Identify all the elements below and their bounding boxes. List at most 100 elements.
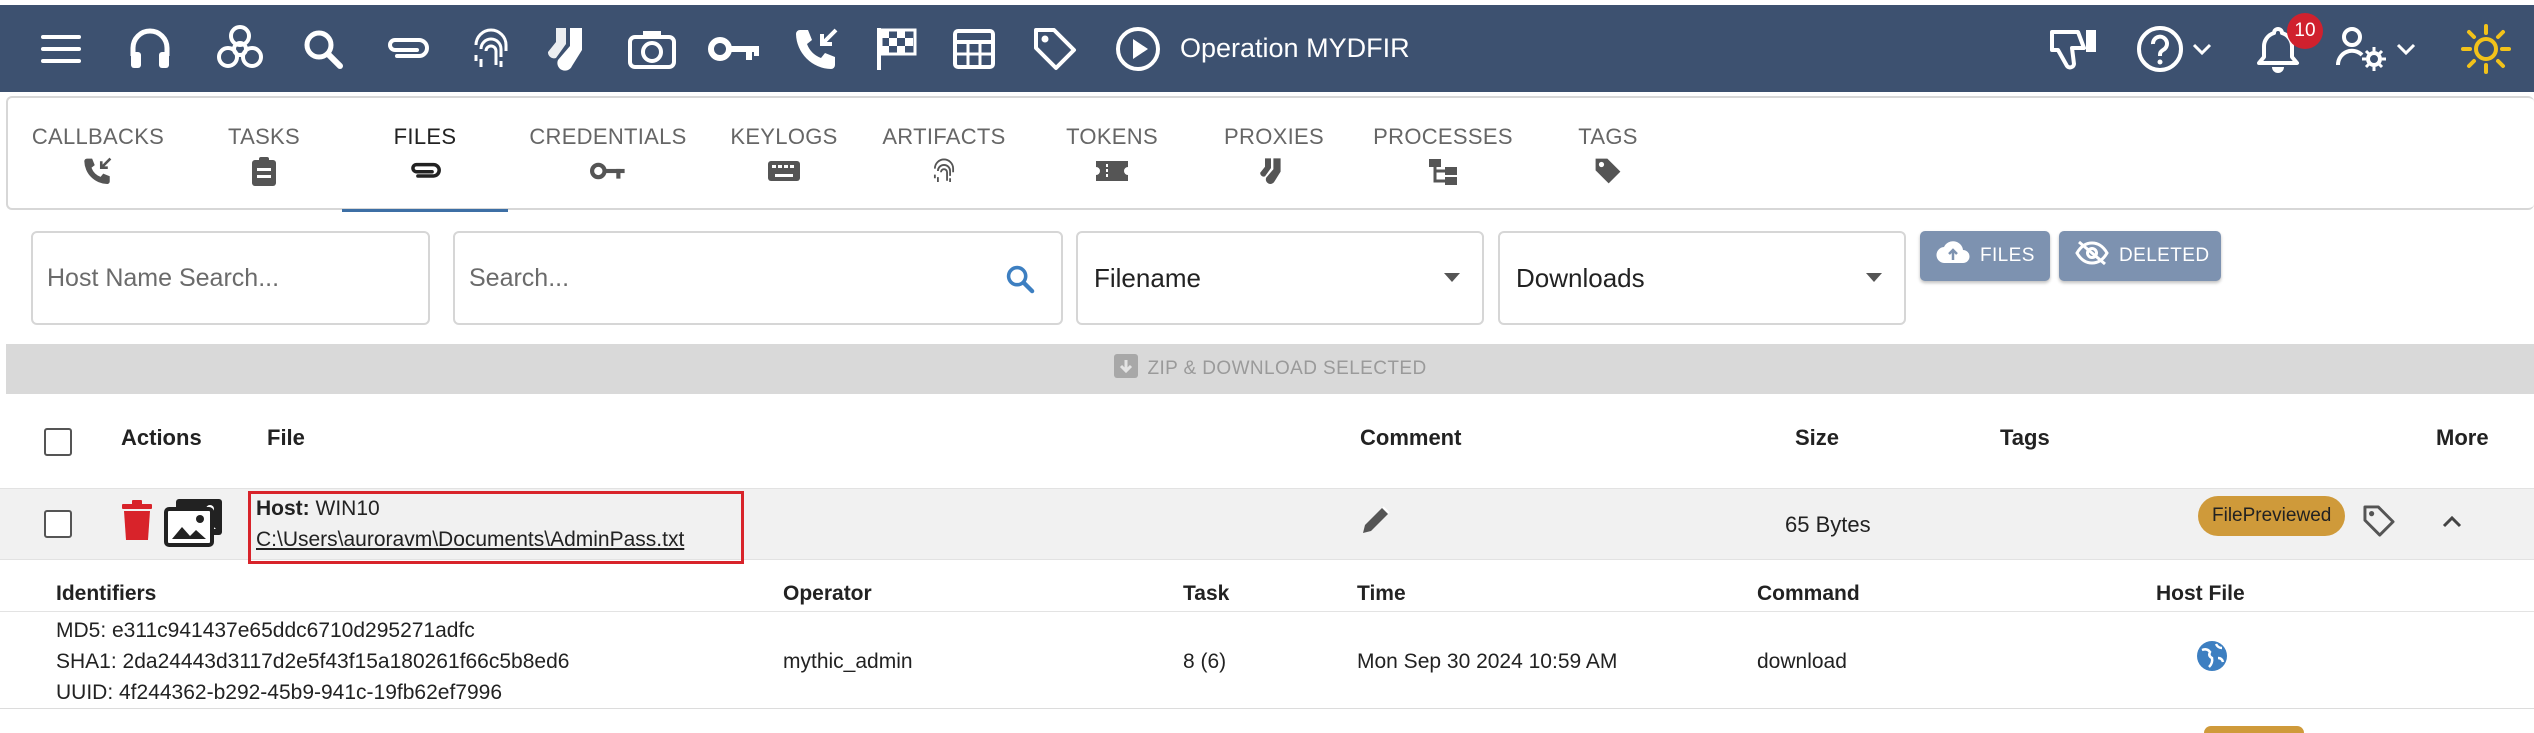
- preview-media-icon[interactable]: [162, 497, 224, 552]
- socks-icon: [1260, 156, 1288, 186]
- tab-tasks[interactable]: TASKS: [194, 98, 334, 210]
- tab-label: KEYLOGS: [730, 124, 838, 149]
- globe-icon[interactable]: [2196, 640, 2228, 677]
- user-settings-icon[interactable]: [2336, 5, 2390, 92]
- details-header-command: Command: [1757, 582, 1860, 605]
- search-icon[interactable]: [300, 5, 346, 92]
- tag-icon[interactable]: [1030, 5, 1080, 92]
- column-header-tags: Tags: [2000, 425, 2050, 450]
- host-name-search-field[interactable]: [31, 231, 430, 325]
- md5-hash: MD5: e311c941437e65ddc6710d295271adfc: [56, 619, 475, 642]
- tab-callbacks[interactable]: CALLBACKS: [28, 98, 168, 210]
- search-field-select-value: Filename: [1094, 263, 1201, 293]
- sun-icon[interactable]: [2460, 5, 2512, 92]
- paperclip-icon: [408, 156, 442, 186]
- edit-comment-icon[interactable]: [1360, 504, 1392, 541]
- tab-label: PROXIES: [1224, 124, 1324, 149]
- user-chevron-down-icon[interactable]: [2394, 5, 2418, 92]
- tab-label: CALLBACKS: [31, 124, 165, 149]
- column-header-comment[interactable]: Comment: [1360, 425, 1461, 451]
- details-header-host-file: Host File: [2156, 582, 2245, 605]
- operation-label[interactable]: Operation MYDFIR: [1180, 5, 1410, 92]
- details-header-identifiers: Identifiers: [56, 582, 157, 605]
- paperclip-icon[interactable]: [382, 5, 432, 92]
- play-circle-icon[interactable]: [1114, 5, 1162, 92]
- notification-badge: 10: [2287, 13, 2323, 49]
- upload-files-button[interactable]: FILES: [1920, 231, 2050, 281]
- socks-icon[interactable]: [546, 5, 596, 92]
- cloud-upload-icon: [1936, 241, 1970, 271]
- upload-files-label: FILES: [1980, 245, 2035, 266]
- delete-icon[interactable]: [120, 500, 154, 547]
- tab-keylogs[interactable]: KEYLOGS: [714, 98, 854, 210]
- search-field[interactable]: [453, 231, 1063, 325]
- tab-tokens[interactable]: TOKENS: [1042, 98, 1182, 210]
- task-time: Mon Sep 30 2024 10:59 AM: [1357, 650, 1618, 673]
- key-icon[interactable]: [708, 5, 760, 92]
- details-header-row: [0, 572, 2534, 612]
- eye-off-icon: [2075, 240, 2109, 272]
- host-name-search-input[interactable]: [47, 233, 417, 323]
- help-icon[interactable]: [2134, 5, 2186, 92]
- search-field-select[interactable]: Filename: [1076, 231, 1484, 325]
- phone-callback-icon[interactable]: [794, 5, 840, 92]
- biohazard-icon[interactable]: [212, 5, 268, 92]
- headphones-icon[interactable]: [124, 5, 176, 92]
- collapse-chevron-icon[interactable]: [2442, 515, 2462, 534]
- column-header-file[interactable]: File: [267, 425, 305, 451]
- row-select-checkbox[interactable]: [44, 510, 72, 538]
- command-name: download: [1757, 650, 1847, 673]
- menu-icon[interactable]: [36, 5, 86, 92]
- host-label: Host:: [256, 497, 310, 520]
- tab-label: TOKENS: [1066, 124, 1158, 149]
- row-divider: [0, 708, 2534, 709]
- search-input[interactable]: [469, 233, 989, 323]
- tab-bar: CALLBACKS TASKS FILES CREDENTIALS KEYLOG…: [6, 96, 2534, 212]
- camera-icon[interactable]: [626, 5, 678, 92]
- add-tag-icon[interactable]: [2362, 504, 2396, 543]
- tab-proxies[interactable]: PROXIES: [1204, 98, 1344, 210]
- select-all-checkbox[interactable]: [44, 428, 72, 456]
- details-header-task: Task: [1183, 582, 1230, 605]
- file-type-select-value: Downloads: [1516, 263, 1645, 293]
- tab-label: PROCESSES: [1373, 124, 1513, 149]
- tab-label: TAGS: [1578, 124, 1638, 149]
- column-header-size[interactable]: Size: [1795, 425, 1839, 451]
- file-path-link[interactable]: C:\Users\auroravm\Documents\AdminPass.tx…: [256, 528, 684, 552]
- details-header-time: Time: [1357, 582, 1406, 605]
- dropdown-caret-icon: [1444, 273, 1460, 282]
- tag-pill[interactable]: FilePreviewed: [2198, 496, 2346, 536]
- tag-icon: [1593, 156, 1623, 186]
- tab-label: TASKS: [227, 124, 300, 149]
- show-deleted-button[interactable]: DELETED: [2059, 231, 2221, 281]
- help-chevron-down-icon[interactable]: [2190, 5, 2214, 92]
- search-icon[interactable]: [1005, 264, 1035, 299]
- tab-files[interactable]: FILES: [342, 98, 508, 212]
- next-row-tag-pill[interactable]: [2204, 726, 2304, 733]
- phone-callback-icon: [83, 156, 113, 186]
- thumbs-down-icon[interactable]: [2048, 5, 2100, 92]
- top-navigation-bar: Operation MYDFIR 10: [0, 5, 2534, 92]
- key-icon: [590, 156, 626, 186]
- tab-label: ARTIFACTS: [882, 124, 1006, 149]
- host-value: WIN10: [315, 497, 380, 520]
- file-host: Host: WIN10: [256, 497, 380, 521]
- tab-label: CREDENTIALS: [529, 124, 687, 149]
- checkered-flag-icon[interactable]: [872, 5, 920, 92]
- column-header-more: More: [2436, 425, 2489, 450]
- tab-tags[interactable]: TAGS: [1538, 98, 1678, 210]
- task-link[interactable]: 8 (6): [1183, 650, 1226, 674]
- tree-icon: [1427, 156, 1459, 186]
- file-type-select[interactable]: Downloads: [1498, 231, 1906, 325]
- show-deleted-label: DELETED: [2119, 245, 2210, 266]
- fingerprint-icon[interactable]: [466, 5, 516, 92]
- clipboard-icon: [251, 156, 277, 186]
- ticket-icon: [1095, 156, 1129, 186]
- tab-artifacts[interactable]: ARTIFACTS: [874, 98, 1014, 210]
- fingerprint-icon: [930, 156, 958, 186]
- details-header-operator: Operator: [783, 582, 872, 605]
- table-icon[interactable]: [950, 5, 998, 92]
- tab-credentials[interactable]: CREDENTIALS: [518, 98, 698, 210]
- tab-processes[interactable]: PROCESSES: [1368, 98, 1518, 210]
- zip-download-selected-button[interactable]: ZIP & DOWNLOAD SELECTED: [6, 344, 2534, 394]
